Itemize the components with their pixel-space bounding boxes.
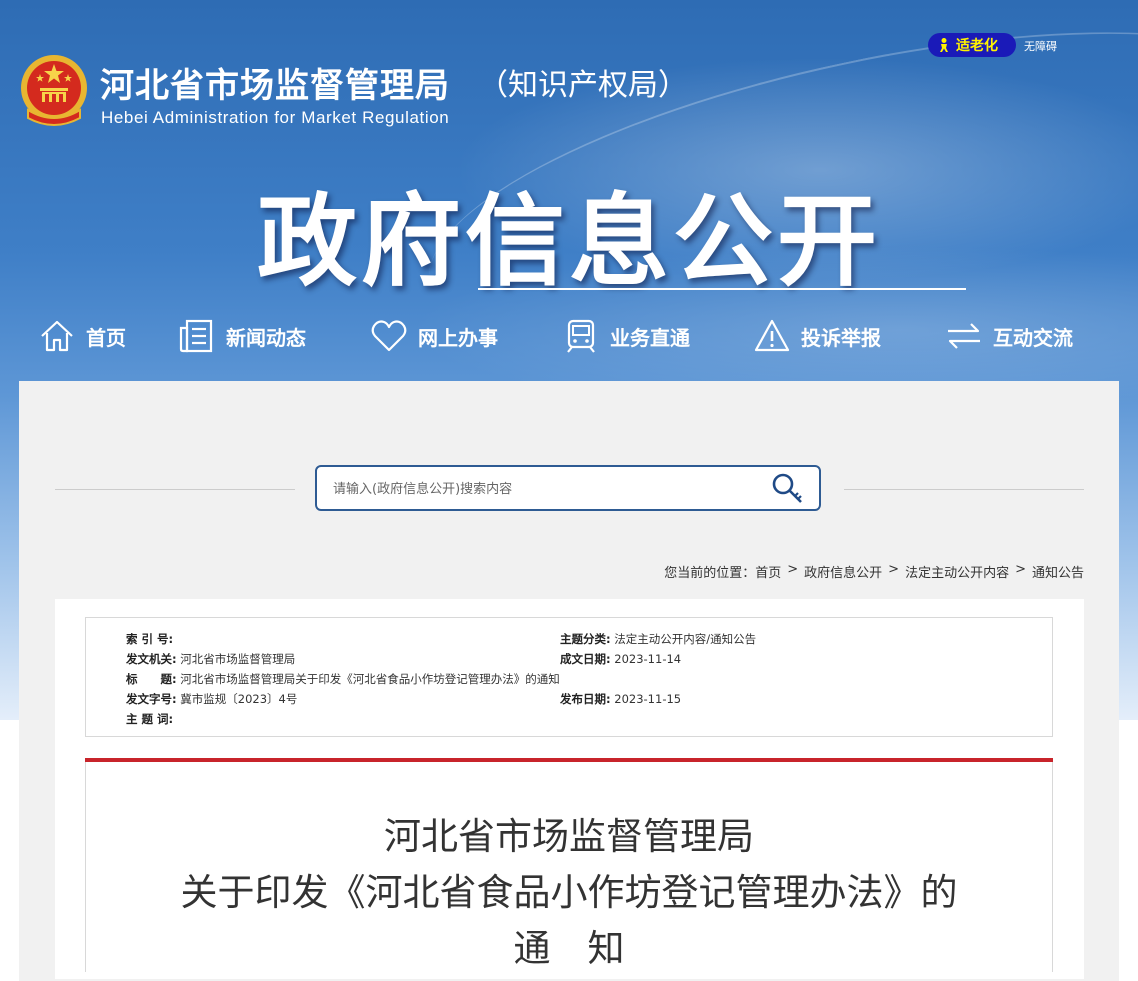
document-title-line-2: 关于印发《河北省食品小作坊登记管理办法》的 [180, 871, 958, 914]
elder-mode-button[interactable]: 适老化 [928, 33, 1016, 57]
main-nav: 首页 新闻动态 网上办事 业务直通 投诉举报 互动交流 [0, 312, 1138, 362]
search-input[interactable] [331, 476, 755, 502]
meta-published-value: 2023-11-15 [614, 692, 682, 706]
news-icon [179, 319, 213, 353]
breadcrumb-separator: > [1015, 562, 1026, 577]
meta-index-label: 索 引 号: [126, 632, 174, 646]
meta-issuer: 发文机关: 河北省市场监督管理局 [126, 651, 295, 667]
exchange-icon [948, 323, 980, 349]
nav-label-business: 业务直通 [610, 325, 690, 350]
train-icon [567, 319, 595, 353]
national-emblem-icon [21, 55, 87, 126]
search-key-icon[interactable] [769, 471, 809, 507]
banner-underline [478, 288, 966, 290]
search-divider-right [844, 489, 1084, 490]
nav-item-complaint[interactable]: 投诉举报 [753, 312, 881, 360]
breadcrumb-item-gov-info[interactable]: 政府信息公开 [804, 562, 882, 581]
meta-keywords-label: 主 题 词: [126, 712, 174, 726]
site-title: 河北省市场监督管理局 [100, 66, 450, 106]
nav-label-complaint: 投诉举报 [801, 325, 881, 350]
document-title-line-3: 通 知 [513, 927, 625, 970]
nav-label-interaction: 互动交流 [993, 325, 1073, 350]
banner-title: 政府信息公开 [257, 183, 881, 300]
site-title-english: Hebei Administration for Market Regulati… [101, 108, 450, 127]
meta-title-label: 标 题: [126, 672, 177, 686]
nav-item-business[interactable]: 业务直通 [562, 312, 690, 360]
meta-doc-number: 发文字号: 冀市监规〔2023〕4号 [126, 691, 297, 707]
meta-category: 主题分类: 法定主动公开内容/通知公告 [560, 631, 756, 647]
nav-label-news: 新闻动态 [226, 325, 306, 350]
breadcrumb: 您当前的位置： 首页 > 政府信息公开 > 法定主动公开内容 > 通知公告 [664, 562, 1084, 581]
heart-icon [371, 320, 407, 352]
breadcrumb-separator: > [888, 562, 900, 577]
nav-label-home: 首页 [86, 325, 126, 350]
site-title-suffix: （知识产权局） [478, 68, 688, 103]
search-box [315, 465, 821, 511]
breadcrumb-separator: > [787, 562, 799, 577]
document-title-line-1: 河北省市场监督管理局 [384, 815, 754, 858]
breadcrumb-prefix: 您当前的位置： [664, 566, 756, 581]
meta-published-date: 发布日期: 2023-11-15 [560, 691, 681, 707]
nav-label-online-service: 网上办事 [418, 325, 498, 350]
home-icon [41, 320, 73, 352]
accessibility-link[interactable]: 无障碍 [1024, 38, 1057, 54]
meta-created-value: 2023-11-14 [614, 652, 682, 666]
meta-docno-label: 发文字号: [126, 692, 177, 706]
meta-category-value: 法定主动公开内容/通知公告 [614, 632, 757, 646]
meta-docno-value: 冀市监规〔2023〕4号 [180, 692, 298, 706]
nav-item-online-service[interactable]: 网上办事 [370, 312, 498, 360]
meta-issuer-value: 河北省市场监督管理局 [180, 652, 296, 666]
elder-person-icon [940, 38, 948, 52]
meta-published-label: 发布日期: [560, 692, 611, 706]
breadcrumb-item-notices[interactable]: 通知公告 [1032, 562, 1084, 581]
breadcrumb-item-statutory[interactable]: 法定主动公开内容 [905, 562, 1009, 581]
breadcrumb-item-home[interactable]: 首页 [755, 562, 781, 581]
meta-title-value: 河北省市场监督管理局关于印发《河北省食品小作坊登记管理办法》的通知 [180, 672, 560, 686]
meta-keywords: 主 题 词: [126, 711, 173, 727]
elder-mode-label: 适老化 [956, 38, 998, 54]
nav-item-news[interactable]: 新闻动态 [178, 312, 306, 360]
warning-icon [754, 319, 790, 352]
meta-category-label: 主题分类: [560, 632, 611, 646]
meta-issuer-label: 发文机关: [126, 652, 177, 666]
meta-created-label: 成文日期: [560, 652, 611, 666]
meta-title: 标 题: 河北省市场监督管理局关于印发《河北省食品小作坊登记管理办法》的通知 [126, 671, 560, 687]
meta-index: 索 引 号: [126, 631, 173, 647]
nav-item-home[interactable]: 首页 [38, 312, 126, 360]
meta-created-date: 成文日期: 2023-11-14 [560, 651, 681, 667]
search-divider-left [55, 489, 295, 490]
nav-item-interaction[interactable]: 互动交流 [945, 312, 1073, 360]
